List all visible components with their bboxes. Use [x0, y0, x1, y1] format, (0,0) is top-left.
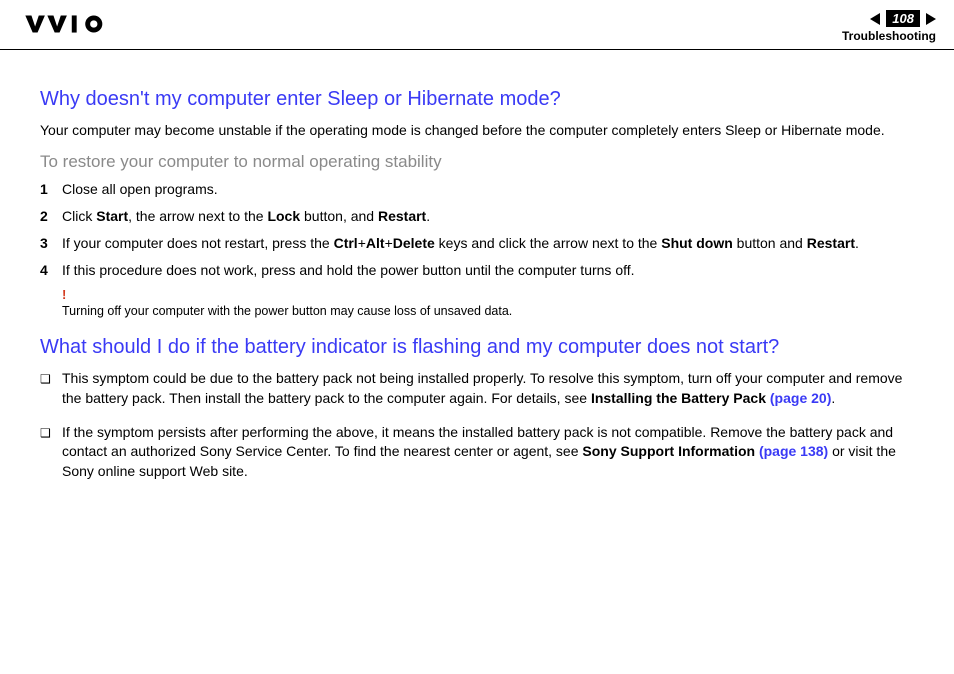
step-1: 1 Close all open programs.	[40, 180, 914, 199]
step-text: Click Start, the arrow next to the Lock …	[62, 207, 914, 226]
list-item: ❑ If the symptom persists after performi…	[40, 423, 914, 482]
step-2: 2 Click Start, the arrow next to the Loc…	[40, 207, 914, 226]
vaio-logo	[18, 10, 128, 38]
step-number: 1	[40, 180, 62, 199]
list-item: ❑ This symptom could be due to the batte…	[40, 369, 914, 408]
warning-note: ! Turning off your computer with the pow…	[62, 287, 914, 318]
step-number: 3	[40, 234, 62, 253]
page-header: 108 Troubleshooting	[0, 0, 954, 50]
step-number: 4	[40, 261, 62, 280]
question-1-intro: Your computer may become unstable if the…	[40, 121, 914, 140]
answer-bullets: ❑ This symptom could be due to the batte…	[40, 369, 914, 481]
prev-page-arrow-icon[interactable]	[870, 13, 880, 25]
step-text: If your computer does not restart, press…	[62, 234, 914, 253]
next-page-arrow-icon[interactable]	[926, 13, 936, 25]
step-text: If this procedure does not work, press a…	[62, 261, 914, 280]
section-label: Troubleshooting	[842, 29, 936, 43]
step-number: 2	[40, 207, 62, 226]
question-1-subhead: To restore your computer to normal opera…	[40, 152, 914, 172]
bullet-text: If the symptom persists after performing…	[62, 423, 914, 482]
warning-text: Turning off your computer with the power…	[62, 304, 914, 318]
step-text: Close all open programs.	[62, 180, 914, 199]
warning-icon: !	[62, 287, 914, 302]
bullet-text: This symptom could be due to the battery…	[62, 369, 914, 408]
page-link[interactable]: (page 20)	[770, 390, 831, 406]
step-4: 4 If this procedure does not work, press…	[40, 261, 914, 280]
question-2-title: What should I do if the battery indicato…	[40, 336, 914, 359]
question-1-title: Why doesn't my computer enter Sleep or H…	[40, 88, 914, 111]
bullet-icon: ❑	[40, 369, 62, 388]
page-number: 108	[886, 10, 920, 27]
page-link[interactable]: (page 138)	[759, 443, 828, 459]
bullet-icon: ❑	[40, 423, 62, 442]
page-nav: 108	[870, 10, 936, 27]
step-3: 3 If your computer does not restart, pre…	[40, 234, 914, 253]
restore-steps: 1 Close all open programs. 2 Click Start…	[40, 180, 914, 280]
content: Why doesn't my computer enter Sleep or H…	[0, 50, 954, 481]
